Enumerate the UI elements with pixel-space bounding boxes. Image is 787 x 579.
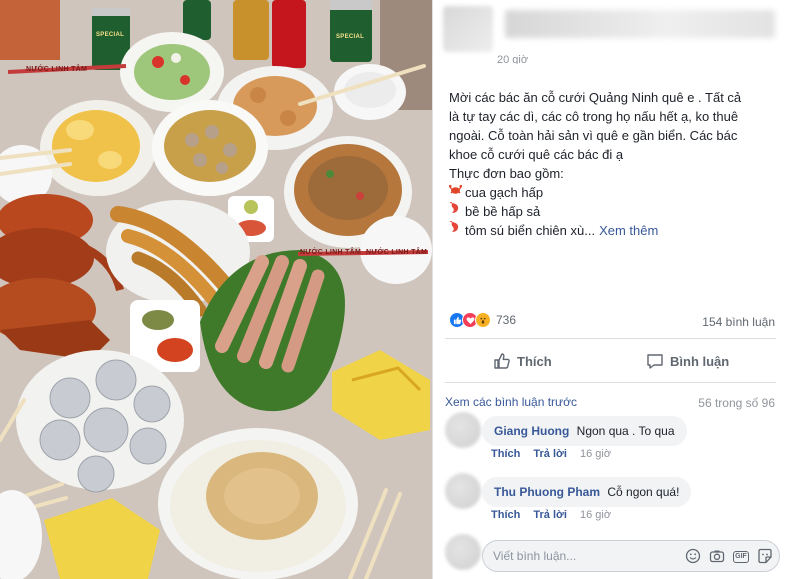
wedding-feast-photo[interactable]: NƯỚC LINH TÂM NƯỚC LINH TÂM NƯỚC LINH TÂ… xyxy=(0,0,432,579)
write-comment-placeholder: Viết bình luận... xyxy=(493,549,577,563)
post-header: 20 giờ xyxy=(433,0,787,64)
comment-time[interactable]: 16 giờ xyxy=(580,448,611,460)
comment-button-label: Bình luận xyxy=(670,353,730,369)
sticker-icon[interactable] xyxy=(757,548,773,564)
comment-bubble: Giang Huong Ngon qua . To qua xyxy=(482,416,687,446)
reaction-summary[interactable]: 736 xyxy=(449,312,516,328)
author-avatar[interactable] xyxy=(443,6,493,52)
divider xyxy=(445,382,776,383)
menu-item-text: tôm sú biển chiên xù... xyxy=(465,223,596,238)
menu-item: tôm sú biển chiên xù... Xem thêm xyxy=(449,220,779,240)
chopstick-wrapper-label: NƯỚC LINH TÂM xyxy=(300,249,362,256)
post-line: Thực đơn bao gồm: xyxy=(449,166,564,181)
comment-bubble-icon xyxy=(647,354,663,369)
post-body: Mời các bác ăn cỗ cưới Quảng Ninh quê e … xyxy=(448,88,779,240)
comment-text: Cỗ ngon quá! xyxy=(607,485,680,499)
author-name-blurred[interactable] xyxy=(505,10,775,38)
shrimp-emoji-icon xyxy=(449,220,465,240)
can-label: SPECIAL xyxy=(336,34,365,40)
comment-page-count: 56 trong số 96 xyxy=(698,396,775,410)
commenter-avatar[interactable] xyxy=(445,412,481,448)
menu-item: bề bề hấp sả xyxy=(449,201,779,221)
post-line: ngoài. Cỗ toàn hải sản vì quê e gần biển… xyxy=(449,128,738,143)
post-timestamp[interactable]: 20 giờ xyxy=(497,54,528,64)
comment-like-link[interactable]: Thích xyxy=(491,509,520,521)
view-previous-comments-link[interactable]: Xem các bình luận trước xyxy=(445,395,577,409)
post-line: Mời các bác ăn cỗ cưới Quảng Ninh quê e … xyxy=(449,90,742,105)
like-button[interactable]: Thích xyxy=(493,347,552,375)
gif-icon[interactable]: GIF xyxy=(733,551,749,563)
shrimp-emoji-icon xyxy=(449,201,465,221)
write-comment-input[interactable]: Viết bình luận... GIF xyxy=(482,540,780,572)
comment-reply-link[interactable]: Trả lời xyxy=(533,509,567,521)
like-button-label: Thích xyxy=(517,353,552,369)
comment-like-link[interactable]: Thích xyxy=(491,448,520,460)
emoji-icon[interactable] xyxy=(685,548,701,564)
wow-reaction-icon xyxy=(475,312,491,328)
commenter-name[interactable]: Thu Phuong Pham xyxy=(494,485,600,499)
comment-button[interactable]: Bình luận xyxy=(646,347,729,375)
menu-item: cua gạch hấp xyxy=(448,183,779,202)
comment-text: Ngon qua . To qua xyxy=(576,424,675,438)
comment-actions: Thích Trả lời 16 giờ xyxy=(491,509,611,521)
chopstick-wrapper-label: NƯỚC LINH TÂM xyxy=(26,66,88,73)
camera-icon[interactable] xyxy=(709,548,725,564)
comment-reply-link[interactable]: Trả lời xyxy=(533,448,567,460)
menu-item-text: cua gạch hấp xyxy=(465,185,544,200)
divider xyxy=(445,338,776,339)
chopstick-wrapper-label: NƯỚC LINH TÂM xyxy=(366,249,428,256)
thumbs-up-icon xyxy=(494,353,510,369)
menu-item-text: bề bề hấp sả xyxy=(465,204,541,219)
current-user-avatar[interactable] xyxy=(445,534,481,570)
commenter-name[interactable]: Giang Huong xyxy=(494,424,569,438)
reaction-count: 736 xyxy=(496,313,517,327)
comment-bubble: Thu Phuong Pham Cỗ ngon quá! xyxy=(482,477,692,507)
comment-time[interactable]: 16 giờ xyxy=(580,509,611,521)
post-line: là tự tay các dì, các cô trong họ nấu hế… xyxy=(449,109,739,124)
can-label: SPECIAL xyxy=(96,32,125,38)
feast-illustration xyxy=(0,0,432,579)
commenter-avatar[interactable] xyxy=(445,473,481,509)
post-line: khoe cỗ cưới quê các bác đi ạ xyxy=(449,147,624,162)
comment-count[interactable]: 154 bình luận xyxy=(702,315,775,329)
crab-emoji-icon xyxy=(448,183,465,202)
comment-actions: Thích Trả lời 16 giờ xyxy=(491,448,611,460)
see-more-link[interactable]: Xem thêm xyxy=(599,221,658,240)
